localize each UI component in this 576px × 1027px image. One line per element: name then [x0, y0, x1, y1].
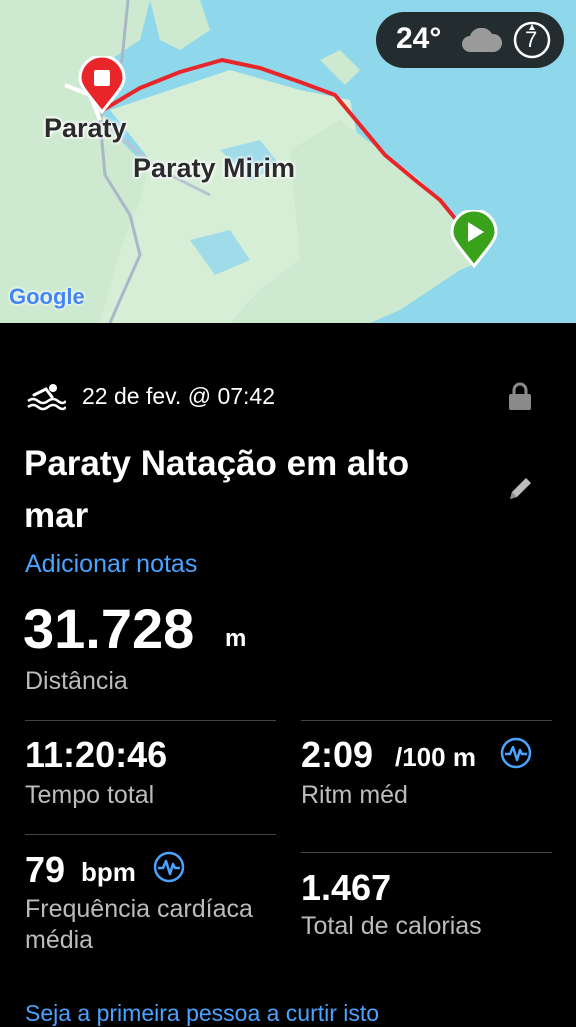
google-attribution: Google — [9, 284, 85, 309]
start-marker-icon[interactable] — [450, 210, 498, 268]
total-time-label: Tempo total — [25, 781, 155, 809]
heart-rate-unit: bpm — [81, 857, 136, 887]
end-marker-icon[interactable] — [78, 56, 126, 114]
compass-button[interactable]: 7 — [513, 21, 551, 59]
distance-label: Distância — [25, 667, 128, 695]
activity-date: 22 de fev. @ 07:42 — [82, 383, 275, 409]
divider — [25, 720, 276, 721]
compass-value: 7 — [525, 27, 538, 52]
pulse-analysis-icon[interactable] — [500, 737, 532, 769]
add-notes-link[interactable]: Adicionar notas — [25, 550, 197, 579]
heart-rate-value: 79 — [25, 849, 66, 890]
weather-badge[interactable]: 24° 7 — [376, 12, 564, 68]
calories-value: 1.467 — [301, 867, 392, 908]
avg-pace-value: 2:09 — [301, 734, 374, 775]
lock-icon[interactable] — [507, 381, 533, 411]
edit-pencil-icon[interactable] — [507, 474, 535, 502]
weather-temperature: 24° — [396, 22, 442, 55]
total-time-value: 11:20:46 — [25, 734, 168, 775]
swim-icon — [27, 384, 66, 411]
heart-rate-analysis-icon[interactable] — [153, 851, 185, 883]
activity-title: Paraty Natação em alto mar — [24, 444, 410, 535]
like-prompt-link[interactable]: Seja a primeira pessoa a curtir isto — [25, 1000, 379, 1027]
distance-unit: m — [225, 625, 247, 652]
map-label-paraty-mirim: Paraty Mirim — [133, 153, 296, 183]
route-map[interactable]: Paraty Paraty Mirim Google 24° 7 — [0, 0, 576, 323]
cloud-icon — [462, 28, 502, 52]
distance-value: 31.728 — [23, 597, 195, 660]
map-label-paraty: Paraty — [44, 113, 127, 143]
avg-pace-label: Ritm méd — [301, 781, 408, 809]
google-logo: Google — [9, 284, 85, 310]
divider — [25, 834, 276, 835]
divider — [301, 852, 552, 853]
calories-label: Total de calorias — [301, 912, 482, 940]
heart-rate-label: Frequência cardíaca média — [25, 895, 253, 954]
avg-pace-unit: /100 m — [395, 742, 476, 772]
divider — [301, 720, 552, 721]
